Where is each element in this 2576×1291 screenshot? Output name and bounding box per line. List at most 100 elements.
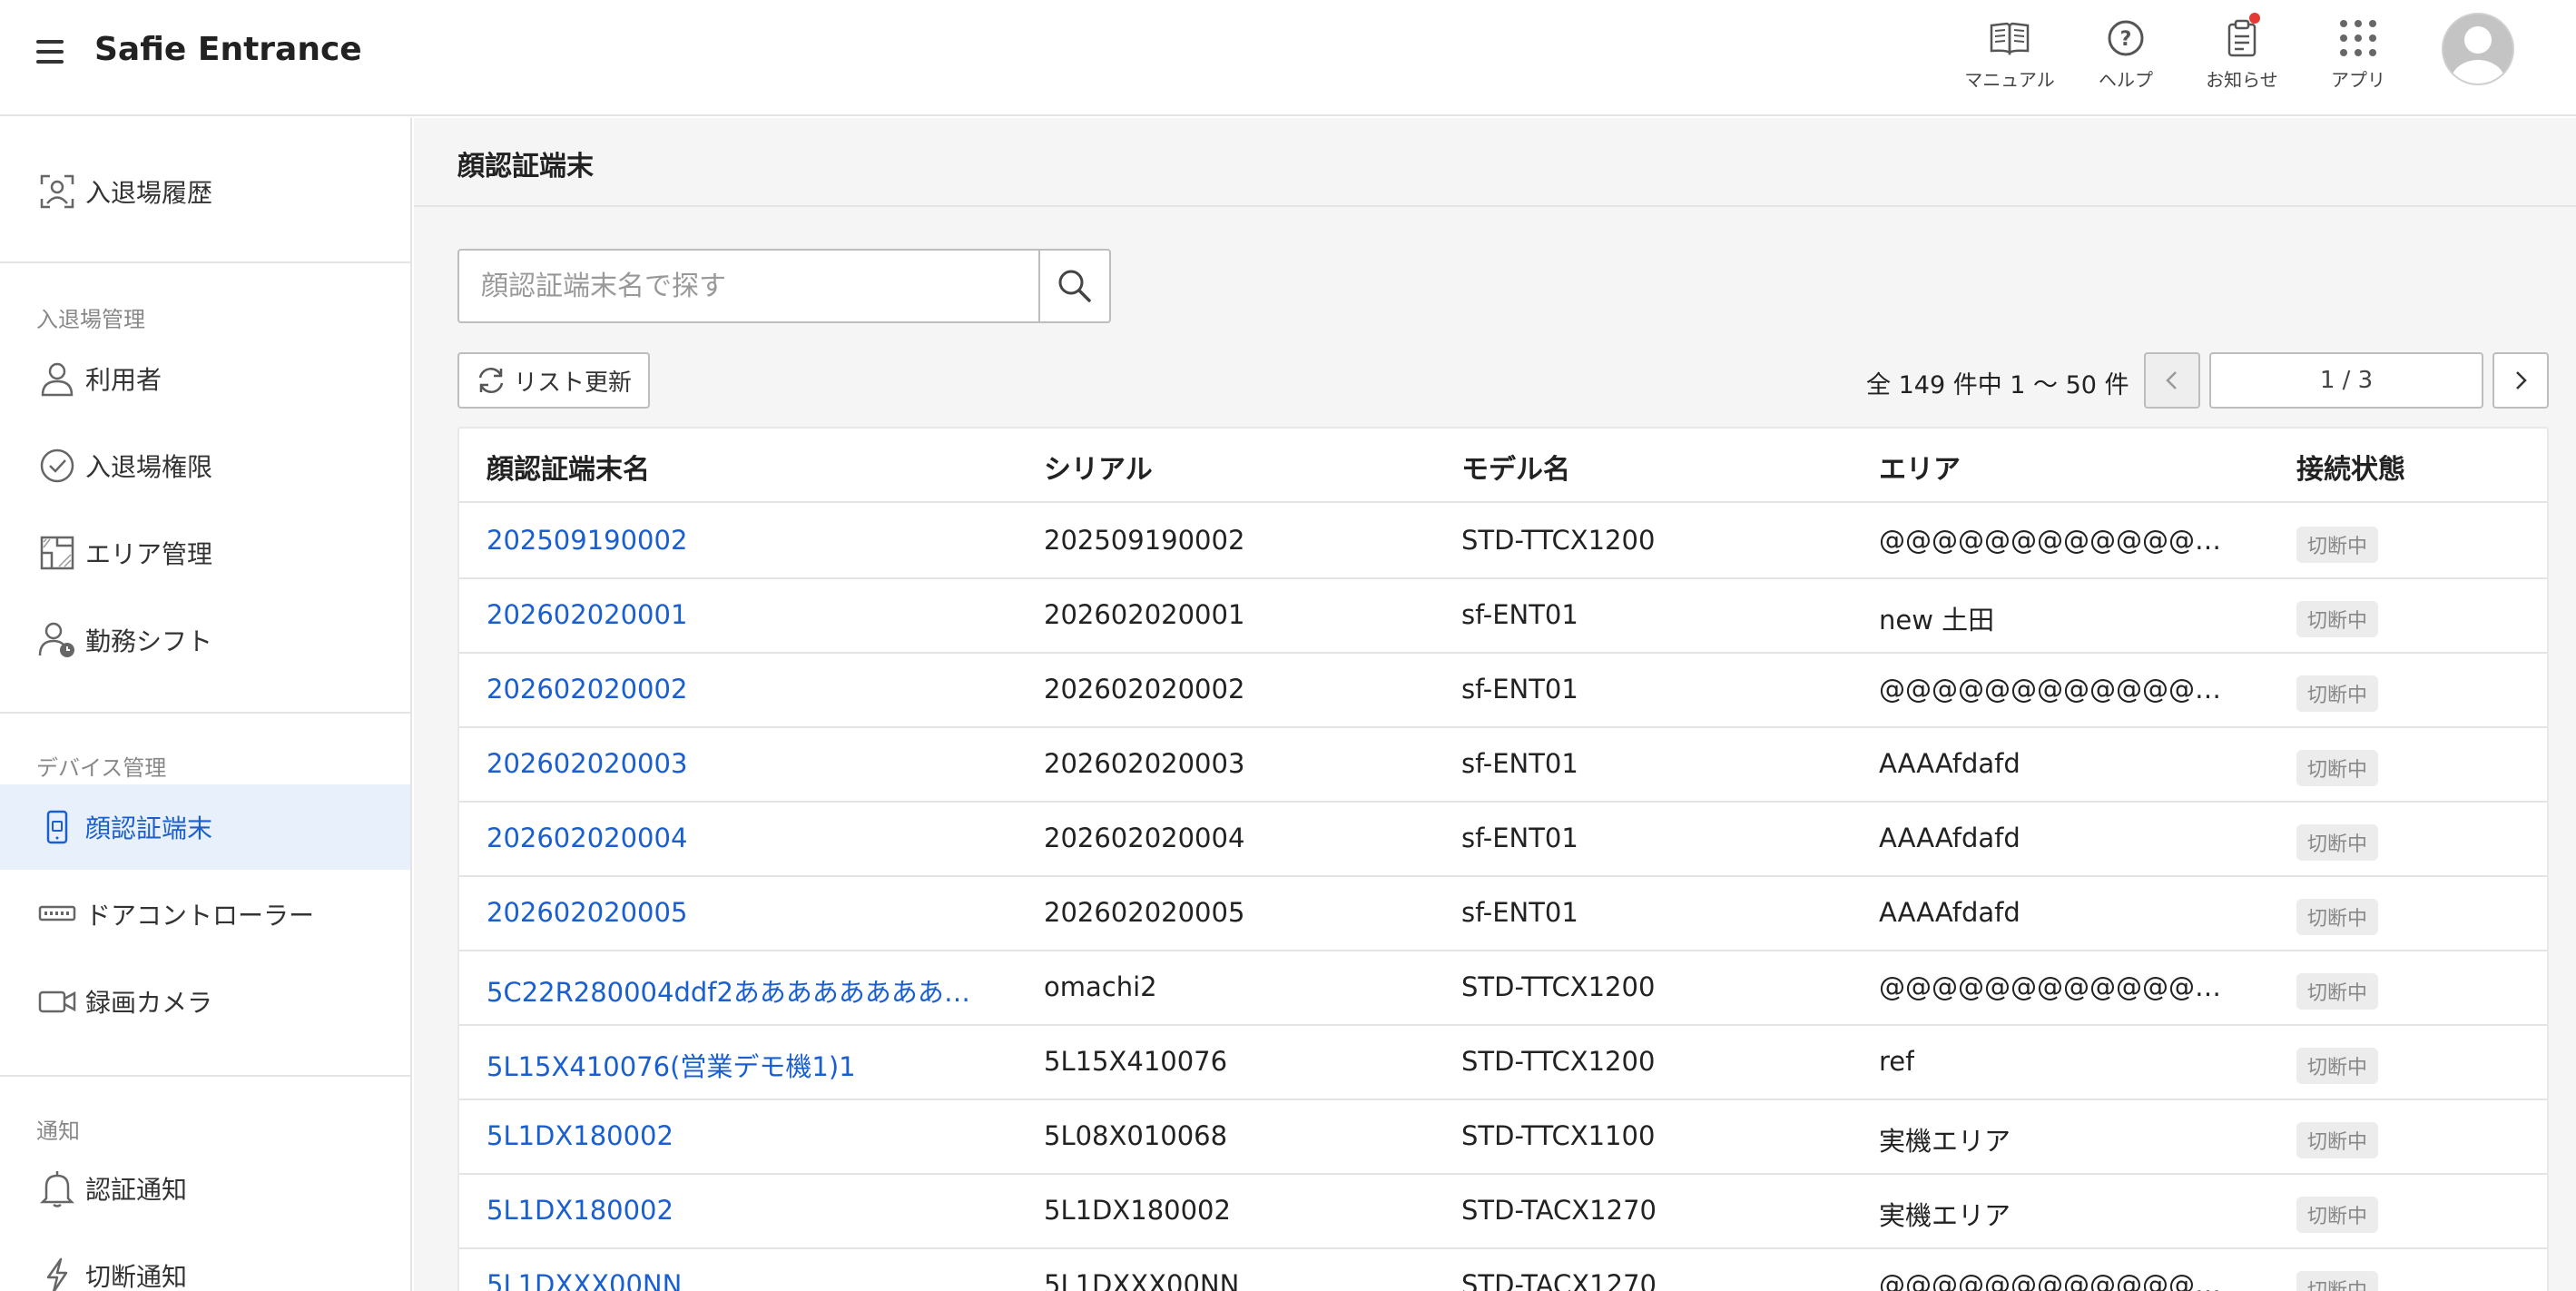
device-name-link[interactable]: 5L1DX180002: [487, 1195, 673, 1226]
cell-model: sf-ENT01: [1461, 897, 1578, 928]
status-badge: 切断中: [2296, 824, 2379, 861]
refresh-list-button[interactable]: リスト更新: [457, 352, 651, 409]
device-name-link[interactable]: 202509190002: [487, 525, 687, 556]
sidebar-item-auth-notify[interactable]: 認証通知: [0, 1146, 410, 1231]
manual-button[interactable]: マニュアル: [1952, 13, 2068, 92]
device-name-link[interactable]: 202602020004: [487, 823, 687, 853]
cell-area: new 土田: [1879, 605, 1995, 636]
table-row: 5C22R280004ddf2ああああああああああ omachi2 STD-TTCX…: [459, 951, 2547, 1026]
cell-model: sf-ENT01: [1461, 674, 1578, 705]
sidebar-item-label: 切断通知: [85, 1262, 188, 1291]
table-row: 5L1DXXX00NN 5L1DXXX00NN STD-TACX1270 @@@@@@…: [459, 1249, 2547, 1291]
sidebar-item-label: 入退場履歴: [85, 178, 213, 208]
user-clock-icon: [36, 619, 78, 661]
lightning-icon: [36, 1255, 78, 1291]
main-content: 顔認証端末 リスト更新 全 149 件中 1 〜 50 件 顔認証端末名 シリア…: [414, 118, 2576, 1291]
menu-icon[interactable]: [36, 36, 64, 67]
chevron-left-icon: [2166, 371, 2177, 389]
sidebar-item-shifts[interactable]: 勤務シフト: [0, 597, 410, 683]
notification-dot: [2249, 13, 2260, 24]
col-header-name: 顔認証端末名: [487, 454, 650, 486]
status-badge: 切断中: [2296, 601, 2379, 637]
col-header-model: モデル名: [1461, 454, 1570, 486]
grid-icon: [2333, 13, 2384, 64]
sidebar-item-label: 利用者: [85, 365, 162, 395]
device-name-link[interactable]: 5L1DX180002: [487, 1120, 673, 1151]
prev-page-button[interactable]: [2144, 352, 2200, 409]
cell-serial: 202602020001: [1044, 599, 1245, 630]
person-frame-icon: [36, 171, 78, 212]
cell-model: STD-TACX1270: [1461, 1269, 1657, 1291]
device-name-link[interactable]: 5C22R280004ddf2ああああああああああ: [487, 971, 995, 1010]
cell-area: 実機エリア: [1879, 1200, 2011, 1231]
sidebar-divider: [0, 712, 410, 714]
device-name-link[interactable]: 202602020003: [487, 748, 687, 779]
sidebar-item-permissions[interactable]: 入退場権限: [0, 423, 410, 508]
table-row: 5L15X410076(営業デモ機1)1 5L15X410076 STD-TTCX1…: [459, 1026, 2547, 1100]
video-camera-icon: [36, 981, 78, 1022]
cell-serial: 202509190002: [1044, 525, 1245, 556]
cell-model: STD-TTCX1200: [1461, 525, 1656, 556]
cell-model: STD-TTCX1200: [1461, 971, 1656, 1002]
sidebar-item-label: エリア管理: [85, 539, 213, 569]
search-input[interactable]: [459, 251, 1038, 321]
col-header-status: 接続状態: [2296, 454, 2405, 486]
sidebar-item-face-devices[interactable]: 顔認証端末: [0, 784, 410, 870]
cell-model: STD-TTCX1100: [1461, 1120, 1656, 1151]
cell-area: AAAAfdafd: [1879, 823, 2020, 853]
sidebar-item-cameras[interactable]: 録画カメラ: [0, 959, 410, 1044]
sidebar-item-disconnect-notify[interactable]: 切断通知: [0, 1233, 410, 1291]
cell-area: @@@@@@@@@@@@@@@@@@: [1879, 525, 2238, 556]
devices-table: 顔認証端末名 シリアル モデル名 エリア 接続状態 202509190002 20…: [457, 427, 2549, 1291]
sidebar-item-label: ドアコントローラー: [85, 901, 315, 931]
sidebar-item-label: 勤務シフト: [85, 626, 213, 656]
status-badge: 切断中: [2296, 750, 2379, 786]
status-badge: 切断中: [2296, 1197, 2379, 1233]
section-heading-notify: 通知: [36, 1119, 80, 1144]
cell-model: STD-TTCX1200: [1461, 1046, 1656, 1077]
col-header-serial: シリアル: [1044, 454, 1153, 486]
cell-serial: 5L08X010068: [1044, 1120, 1228, 1151]
cell-serial: 202602020005: [1044, 897, 1245, 928]
sidebar-item-areas[interactable]: エリア管理: [0, 510, 410, 596]
table-row: 202602020001 202602020001 sf-ENT01 new 土田 切断…: [459, 579, 2547, 654]
device-name-link[interactable]: 202602020005: [487, 897, 687, 928]
sidebar-item-label: 録画カメラ: [85, 988, 213, 1018]
section-heading-devices: デバイス管理: [36, 755, 167, 781]
user-avatar[interactable]: [2442, 13, 2514, 85]
sidebar: 入退場履歴 入退場管理 利用者 入退場権限 エリア管理 勤務シフト デバイス管理…: [0, 118, 412, 1291]
device-name-link[interactable]: 202602020002: [487, 674, 687, 705]
cell-model: sf-ENT01: [1461, 748, 1578, 779]
table-row: 202509190002 202509190002 STD-TTCX1200 @@@@…: [459, 505, 2547, 579]
device-name-link[interactable]: 202602020001: [487, 599, 687, 630]
cell-area: @@@@@@@@@@@@@@@@@@: [1879, 971, 2238, 1002]
cell-model: sf-ENT01: [1461, 823, 1578, 853]
section-heading-access: 入退場管理: [36, 307, 145, 332]
device-name-link[interactable]: 5L15X410076(営業デモ機1)1: [487, 1046, 856, 1084]
bell-icon: [36, 1168, 78, 1209]
cell-area: AAAAfdafd: [1879, 748, 2020, 779]
cell-serial: 5L1DXXX00NN: [1044, 1269, 1240, 1291]
col-header-area: エリア: [1879, 454, 1961, 486]
table-row: 202602020002 202602020002 sf-ENT01 @@@@@@@@…: [459, 654, 2547, 728]
refresh-label: リスト更新: [514, 369, 633, 397]
help-button[interactable]: ? ヘルプ: [2068, 13, 2184, 92]
cell-serial: 5L15X410076: [1044, 1046, 1228, 1077]
sidebar-item-history[interactable]: 入退場履歴: [0, 149, 410, 234]
user-icon: [36, 358, 78, 399]
next-page-button[interactable]: [2492, 352, 2549, 409]
table-row: 5L1DX180002 5L08X010068 STD-TTCX1100 実機エリア 切…: [459, 1100, 2547, 1175]
search-button[interactable]: [1038, 251, 1109, 321]
cell-area: @@@@@@@@@@@@@@@@@@: [1879, 674, 2238, 705]
sidebar-item-users[interactable]: 利用者: [0, 336, 410, 421]
apps-button[interactable]: アプリ: [2300, 13, 2416, 92]
cell-serial: 5L1DX180002: [1044, 1195, 1231, 1226]
sidebar-item-door-controllers[interactable]: ドアコントローラー: [0, 872, 410, 957]
search-icon: [1058, 270, 1091, 302]
device-name-link[interactable]: 5L1DXXX00NN: [487, 1269, 682, 1291]
check-circle-icon: [36, 445, 78, 487]
notifications-button[interactable]: お知らせ: [2184, 13, 2300, 92]
controller-icon: [36, 893, 78, 935]
page-input[interactable]: [2209, 352, 2483, 409]
sidebar-item-label: 認証通知: [85, 1175, 188, 1205]
